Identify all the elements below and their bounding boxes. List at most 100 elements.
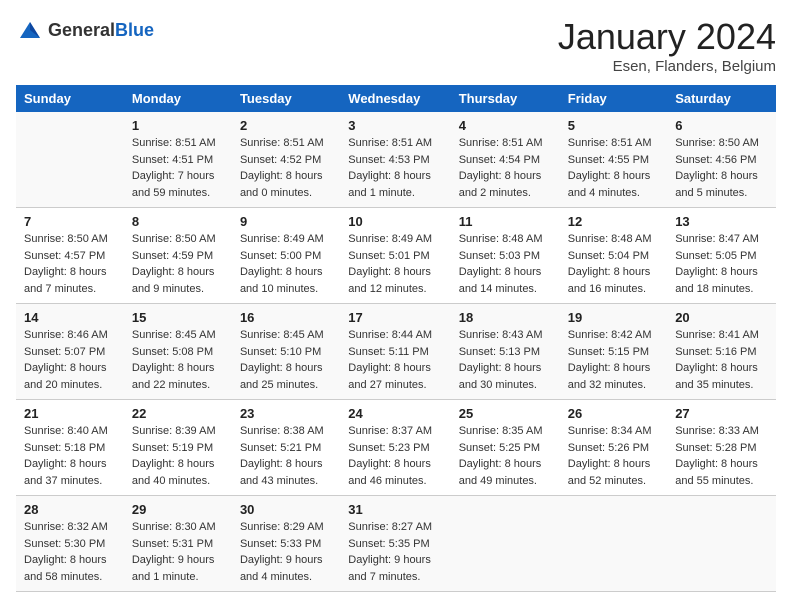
week-row-4: 21 Sunrise: 8:40 AMSunset: 5:18 PMDayligh…: [16, 400, 776, 496]
day-cell: 21 Sunrise: 8:40 AMSunset: 5:18 PMDayligh…: [16, 400, 124, 496]
day-cell: 14 Sunrise: 8:46 AMSunset: 5:07 PMDayligh…: [16, 304, 124, 400]
day-number: 2: [240, 118, 332, 133]
month-title: January 2024: [558, 16, 776, 58]
day-number: 5: [568, 118, 659, 133]
day-cell: 1 Sunrise: 8:51 AMSunset: 4:51 PMDaylight…: [124, 112, 232, 208]
day-cell: 2 Sunrise: 8:51 AMSunset: 4:52 PMDaylight…: [232, 112, 340, 208]
page-header: GeneralBlue January 2024 Esen, Flanders,…: [16, 16, 776, 75]
day-info: Sunrise: 8:44 AMSunset: 5:11 PMDaylight:…: [348, 327, 442, 393]
day-number: 19: [568, 310, 659, 325]
day-cell: 23 Sunrise: 8:38 AMSunset: 5:21 PMDayligh…: [232, 400, 340, 496]
day-number: 7: [24, 214, 116, 229]
day-info: Sunrise: 8:48 AMSunset: 5:03 PMDaylight:…: [459, 231, 552, 297]
day-number: 24: [348, 406, 442, 421]
day-number: 8: [132, 214, 224, 229]
day-header-friday: Friday: [560, 85, 667, 112]
day-number: 3: [348, 118, 442, 133]
day-info: Sunrise: 8:48 AMSunset: 5:04 PMDaylight:…: [568, 231, 659, 297]
day-header-saturday: Saturday: [667, 85, 776, 112]
day-cell: 8 Sunrise: 8:50 AMSunset: 4:59 PMDaylight…: [124, 208, 232, 304]
day-cell: 20Sunrise: 8:41 AMSunset: 5:16 PMDayligh…: [667, 304, 776, 400]
day-cell: 19 Sunrise: 8:42 AMSunset: 5:15 PMDayligh…: [560, 304, 667, 400]
day-number: 21: [24, 406, 116, 421]
day-info: Sunrise: 8:50 AMSunset: 4:59 PMDaylight:…: [132, 231, 224, 297]
day-cell: 31 Sunrise: 8:27 AMSunset: 5:35 PMDayligh…: [340, 496, 450, 592]
day-number: 29: [132, 502, 224, 517]
day-cell: [560, 496, 667, 592]
day-info: Sunrise: 8:40 AMSunset: 5:18 PMDaylight:…: [24, 423, 116, 489]
day-info: Sunrise: 8:45 AMSunset: 5:10 PMDaylight:…: [240, 327, 332, 393]
title-block: January 2024 Esen, Flanders, Belgium: [558, 16, 776, 75]
day-info: Sunrise: 8:37 AMSunset: 5:23 PMDaylight:…: [348, 423, 442, 489]
day-number: 22: [132, 406, 224, 421]
day-info: Sunrise: 8:51 AMSunset: 4:54 PMDaylight:…: [459, 135, 552, 201]
day-info: Sunrise: 8:51 AMSunset: 4:55 PMDaylight:…: [568, 135, 659, 201]
day-cell: 29 Sunrise: 8:30 AMSunset: 5:31 PMDayligh…: [124, 496, 232, 592]
week-row-3: 14 Sunrise: 8:46 AMSunset: 5:07 PMDayligh…: [16, 304, 776, 400]
day-cell: 12 Sunrise: 8:48 AMSunset: 5:04 PMDayligh…: [560, 208, 667, 304]
day-number: 1: [132, 118, 224, 133]
day-info: Sunrise: 8:34 AMSunset: 5:26 PMDaylight:…: [568, 423, 659, 489]
logo-icon: [16, 16, 44, 44]
day-info: Sunrise: 8:51 AMSunset: 4:51 PMDaylight:…: [132, 135, 224, 201]
day-header-wednesday: Wednesday: [340, 85, 450, 112]
day-info: Sunrise: 8:51 AMSunset: 4:53 PMDaylight:…: [348, 135, 442, 201]
logo-general-text: General: [48, 20, 115, 40]
day-number: 6: [675, 118, 768, 133]
day-info: Sunrise: 8:45 AMSunset: 5:08 PMDaylight:…: [132, 327, 224, 393]
location-subtitle: Esen, Flanders, Belgium: [558, 58, 776, 75]
day-header-thursday: Thursday: [451, 85, 560, 112]
day-cell: [451, 496, 560, 592]
day-number: 15: [132, 310, 224, 325]
day-number: 20: [675, 310, 768, 325]
day-info: Sunrise: 8:50 AMSunset: 4:57 PMDaylight:…: [24, 231, 116, 297]
day-cell: 25Sunrise: 8:35 AMSunset: 5:25 PMDayligh…: [451, 400, 560, 496]
calendar-header: SundayMondayTuesdayWednesdayThursdayFrid…: [16, 85, 776, 112]
day-cell: 30Sunrise: 8:29 AMSunset: 5:33 PMDayligh…: [232, 496, 340, 592]
day-header-tuesday: Tuesday: [232, 85, 340, 112]
day-number: 30: [240, 502, 332, 517]
day-number: 12: [568, 214, 659, 229]
day-cell: 5 Sunrise: 8:51 AMSunset: 4:55 PMDaylight…: [560, 112, 667, 208]
day-info: Sunrise: 8:49 AMSunset: 5:00 PMDaylight:…: [240, 231, 332, 297]
day-cell: 13 Sunrise: 8:47 AMSunset: 5:05 PMDayligh…: [667, 208, 776, 304]
day-header-sunday: Sunday: [16, 85, 124, 112]
day-cell: 10 Sunrise: 8:49 AMSunset: 5:01 PMDayligh…: [340, 208, 450, 304]
day-number: 17: [348, 310, 442, 325]
day-number: 28: [24, 502, 116, 517]
day-cell: 28Sunrise: 8:32 AMSunset: 5:30 PMDayligh…: [16, 496, 124, 592]
day-info: Sunrise: 8:50 AMSunset: 4:56 PMDaylight:…: [675, 135, 768, 201]
day-header-monday: Monday: [124, 85, 232, 112]
day-number: 11: [459, 214, 552, 229]
day-cell: [667, 496, 776, 592]
day-info: Sunrise: 8:42 AMSunset: 5:15 PMDaylight:…: [568, 327, 659, 393]
day-cell: 17 Sunrise: 8:44 AMSunset: 5:11 PMDayligh…: [340, 304, 450, 400]
day-info: Sunrise: 8:30 AMSunset: 5:31 PMDaylight:…: [132, 519, 224, 585]
day-number: 31: [348, 502, 442, 517]
day-info: Sunrise: 8:35 AMSunset: 5:25 PMDaylight:…: [459, 423, 552, 489]
day-info: Sunrise: 8:49 AMSunset: 5:01 PMDaylight:…: [348, 231, 442, 297]
day-cell: 6 Sunrise: 8:50 AMSunset: 4:56 PMDaylight…: [667, 112, 776, 208]
day-cell: 16Sunrise: 8:45 AMSunset: 5:10 PMDayligh…: [232, 304, 340, 400]
day-number: 9: [240, 214, 332, 229]
day-info: Sunrise: 8:38 AMSunset: 5:21 PMDaylight:…: [240, 423, 332, 489]
day-cell: 22Sunrise: 8:39 AMSunset: 5:19 PMDayligh…: [124, 400, 232, 496]
day-cell: 4Sunrise: 8:51 AMSunset: 4:54 PMDaylight…: [451, 112, 560, 208]
day-number: 18: [459, 310, 552, 325]
day-number: 27: [675, 406, 768, 421]
day-number: 13: [675, 214, 768, 229]
day-info: Sunrise: 8:27 AMSunset: 5:35 PMDaylight:…: [348, 519, 442, 585]
day-cell: 24 Sunrise: 8:37 AMSunset: 5:23 PMDayligh…: [340, 400, 450, 496]
week-row-2: 7 Sunrise: 8:50 AMSunset: 4:57 PMDaylight…: [16, 208, 776, 304]
day-info: Sunrise: 8:43 AMSunset: 5:13 PMDaylight:…: [459, 327, 552, 393]
day-cell: 11 Sunrise: 8:48 AMSunset: 5:03 PMDayligh…: [451, 208, 560, 304]
day-info: Sunrise: 8:46 AMSunset: 5:07 PMDaylight:…: [24, 327, 116, 393]
day-cell: [16, 112, 124, 208]
day-number: 23: [240, 406, 332, 421]
day-info: Sunrise: 8:51 AMSunset: 4:52 PMDaylight:…: [240, 135, 332, 201]
day-cell: 15 Sunrise: 8:45 AMSunset: 5:08 PMDayligh…: [124, 304, 232, 400]
day-number: 14: [24, 310, 116, 325]
day-number: 10: [348, 214, 442, 229]
day-info: Sunrise: 8:47 AMSunset: 5:05 PMDaylight:…: [675, 231, 768, 297]
day-cell: 3 Sunrise: 8:51 AMSunset: 4:53 PMDaylight…: [340, 112, 450, 208]
